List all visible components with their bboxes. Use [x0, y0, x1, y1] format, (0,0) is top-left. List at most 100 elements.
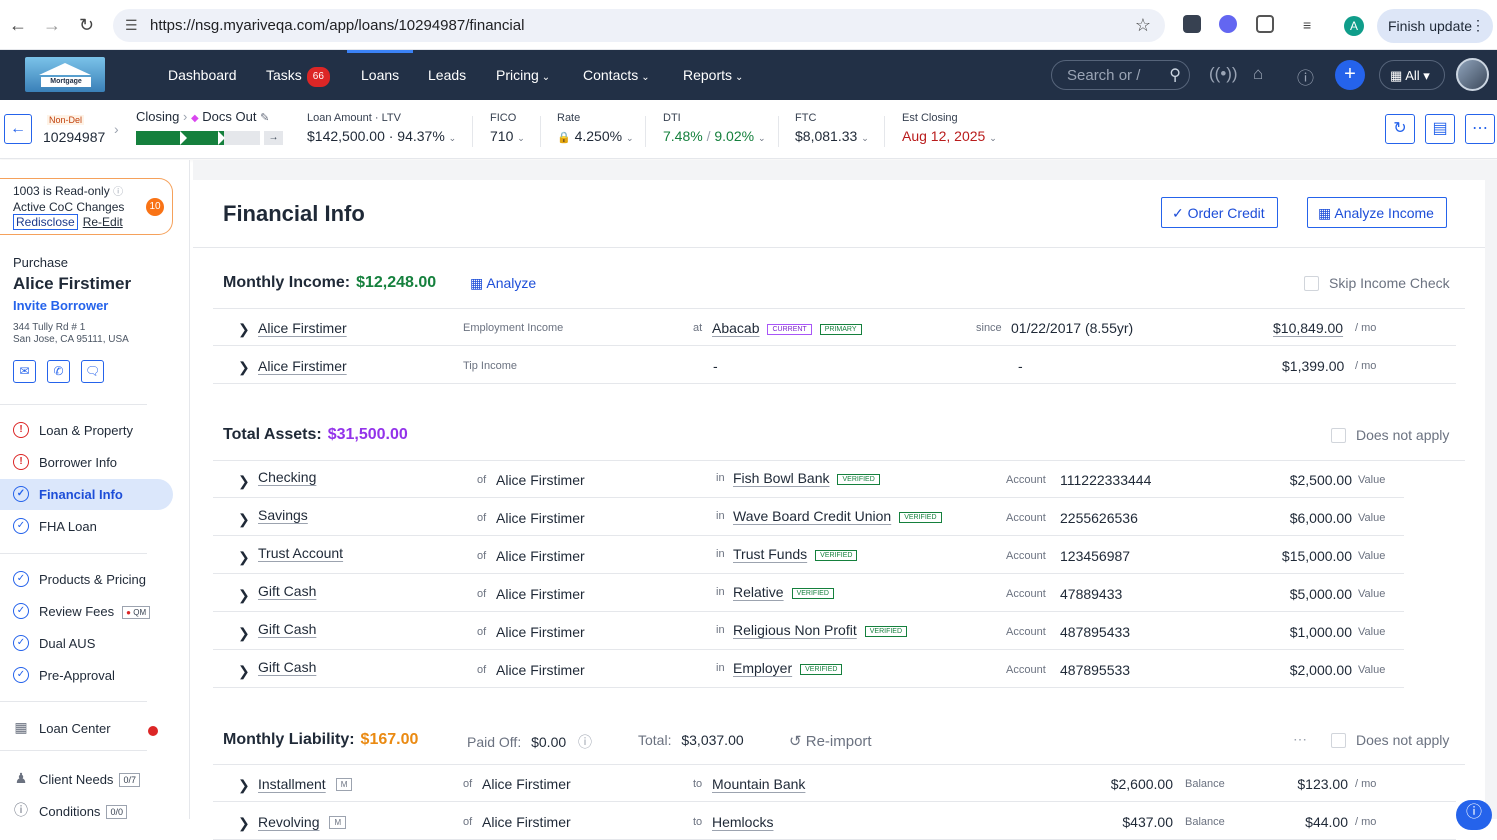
broadcast-icon[interactable]: ((•)): [1209, 64, 1238, 84]
dti-field[interactable]: DTI 7.48% / 9.02% ⌄: [663, 112, 766, 144]
address-bar[interactable]: ☰ https://nsg.myariveqa.com/app/loans/10…: [113, 9, 1165, 42]
asset-type-link[interactable]: Gift Cash: [258, 621, 316, 637]
income-row[interactable]: ❯ Alice Firstimer Employment Income at A…: [213, 308, 1456, 346]
chevron-right-icon[interactable]: ❯: [238, 473, 250, 490]
sidebar-item-pre-approval[interactable]: ✓ Pre-Approval: [0, 660, 173, 691]
sidebar-item-conditions[interactable]: ⓘ Conditions 0/0: [0, 796, 173, 827]
liability-type-link[interactable]: Revolving: [258, 814, 319, 830]
stage-breadcrumb[interactable]: Closing › ◆ Docs Out ✎: [136, 109, 269, 124]
asset-row[interactable]: ❯ Savings of Alice Firstimer in Wave Board Cr…: [213, 498, 1404, 536]
help-fab-button[interactable]: ⓘ: [1456, 800, 1492, 830]
extensions-puzzle-icon[interactable]: [1256, 15, 1274, 33]
media-queue-icon[interactable]: ≡: [1303, 14, 1311, 36]
finish-update-button[interactable]: Finish update ⋮: [1377, 9, 1493, 43]
income-row[interactable]: ❯ Alice Firstimer Tip Income - - $1,399.…: [213, 346, 1456, 384]
liability-type-link[interactable]: Installment: [258, 776, 326, 792]
nav-pricing[interactable]: Pricing ⌄: [496, 67, 550, 86]
email-button[interactable]: ✉: [13, 360, 36, 383]
est-closing-field[interactable]: Est Closing Aug 12, 2025 ⌄: [902, 112, 997, 144]
nav-tasks[interactable]: Tasks 66: [266, 67, 330, 87]
creditor-link[interactable]: Mountain Bank: [712, 776, 805, 792]
chevron-right-icon[interactable]: ❯: [238, 663, 250, 680]
reedit-button[interactable]: Re-Edit: [81, 215, 125, 229]
sidebar-item-products-pricing[interactable]: ✓ Products & Pricing: [0, 564, 173, 595]
profile-avatar[interactable]: A: [1344, 16, 1364, 36]
bookmark-star-icon[interactable]: ☆: [1135, 15, 1151, 36]
more-options-button[interactable]: ⋯: [1465, 114, 1495, 144]
advance-arrow-button[interactable]: →: [264, 131, 283, 145]
chat-button[interactable]: 🗨: [81, 360, 104, 383]
chevron-right-icon[interactable]: ❯: [238, 359, 250, 376]
loan-amount-field[interactable]: Loan Amount · LTV $142,500.00 · 94.37% ⌄: [307, 112, 456, 144]
chevron-right-icon[interactable]: ❯: [238, 587, 250, 604]
asset-row[interactable]: ❯ Gift Cash of Alice Firstimer in Relative VER…: [213, 574, 1404, 612]
info-icon[interactable]: ⓘ: [578, 734, 592, 750]
invite-borrower-link[interactable]: Invite Borrower: [13, 298, 108, 313]
employer-link[interactable]: Abacab: [712, 320, 759, 336]
income-amount-link[interactable]: $10,849.00: [1273, 320, 1343, 336]
chevron-right-icon[interactable]: ❯: [238, 511, 250, 528]
edit-pencil-icon[interactable]: ✎: [260, 112, 269, 124]
chevron-right-icon[interactable]: ❯: [238, 815, 250, 832]
liability-not-apply-checkbox[interactable]: Does not apply: [1331, 732, 1449, 748]
income-borrower-link[interactable]: Alice Firstimer: [258, 358, 347, 374]
skip-income-check-checkbox[interactable]: Skip Income Check: [1304, 275, 1450, 291]
company-logo[interactable]: Mortgage: [25, 57, 105, 92]
assets-not-apply-checkbox[interactable]: Does not apply: [1331, 427, 1449, 443]
comments-button[interactable]: ▤: [1425, 114, 1455, 144]
fico-field[interactable]: FICO 710 ⌄: [490, 112, 525, 144]
reload-icon[interactable]: ↻: [79, 14, 94, 36]
sidebar-item-loan-center[interactable]: ▦ Loan Center: [0, 713, 173, 744]
sidebar-item-borrower-info[interactable]: ! Borrower Info: [0, 447, 173, 478]
creditor-link[interactable]: Hemlocks: [712, 814, 773, 830]
chevron-right-icon[interactable]: ❯: [238, 549, 250, 566]
nav-leads[interactable]: Leads: [428, 67, 466, 83]
extension-icon[interactable]: [1183, 15, 1201, 33]
ftc-field[interactable]: FTC $8,081.33 ⌄: [795, 112, 869, 144]
checkbox-box[interactable]: [1331, 733, 1346, 748]
asset-type-link[interactable]: Trust Account: [258, 545, 343, 561]
institution-link[interactable]: Religious Non Profit: [733, 622, 857, 638]
scope-select[interactable]: ▦ All ▾: [1379, 60, 1445, 90]
help-icon[interactable]: ⓘ: [1297, 64, 1314, 89]
chevron-right-icon[interactable]: ❯: [238, 777, 250, 794]
nav-reports[interactable]: Reports ⌄: [683, 67, 743, 86]
liability-row[interactable]: ❯ Installment Mof Alice Firstimer to Mountain…: [213, 764, 1456, 802]
info-icon[interactable]: ⓘ: [113, 187, 123, 198]
forward-arrow-icon[interactable]: →: [43, 14, 61, 36]
institution-link[interactable]: Trust Funds: [733, 546, 807, 562]
analyze-link[interactable]: ▦ Analyze: [470, 275, 536, 292]
chevron-right-icon[interactable]: ❯: [238, 321, 250, 338]
refresh-button[interactable]: ↻: [1385, 114, 1415, 144]
more-vert-icon[interactable]: ⋮: [1471, 17, 1485, 34]
back-button[interactable]: ←: [4, 114, 32, 144]
reimport-button[interactable]: ↺ Re-import: [789, 732, 872, 750]
add-button[interactable]: +: [1335, 60, 1365, 90]
site-settings-icon[interactable]: ☰: [125, 17, 138, 34]
asset-type-link[interactable]: Checking: [258, 469, 316, 485]
nav-contacts[interactable]: Contacts ⌄: [583, 67, 650, 86]
chevron-right-icon[interactable]: ❯: [238, 625, 250, 642]
global-search-input[interactable]: Search or / ⚲: [1051, 60, 1190, 90]
asset-type-link[interactable]: Gift Cash: [258, 583, 316, 599]
institution-link[interactable]: Relative: [733, 584, 784, 600]
nav-dashboard[interactable]: Dashboard: [168, 67, 237, 83]
nav-loans[interactable]: Loans: [346, 50, 414, 83]
asset-row[interactable]: ❯ Gift Cash of Alice Firstimer in Religious N…: [213, 612, 1404, 650]
filter-settings-icon[interactable]: ⋯: [1293, 731, 1307, 748]
asset-type-link[interactable]: Savings: [258, 507, 308, 523]
asset-type-link[interactable]: Gift Cash: [258, 659, 316, 675]
redisclose-button[interactable]: Redisclose: [13, 214, 78, 230]
institution-link[interactable]: Fish Bowl Bank: [733, 470, 829, 486]
analyze-income-button[interactable]: ▦ Analyze Income: [1307, 197, 1447, 228]
back-arrow-icon[interactable]: ←: [9, 14, 27, 36]
sidebar-item-fha-loan[interactable]: ✓ FHA Loan: [0, 511, 173, 542]
asset-row[interactable]: ❯ Checking of Alice Firstimer in Fish Bowl Ba…: [213, 460, 1404, 498]
sidebar-item-loan-property[interactable]: ! Loan & Property: [0, 415, 173, 446]
checkbox-box[interactable]: [1304, 276, 1319, 291]
sidebar-item-review-fees[interactable]: ✓ Review Fees ● QM: [0, 596, 173, 627]
sidebar-item-financial-info[interactable]: ✓ Financial Info: [0, 479, 173, 510]
sidebar-item-dual-aus[interactable]: ✓ Dual AUS: [0, 628, 173, 659]
institution-link[interactable]: Wave Board Credit Union: [733, 508, 891, 524]
sidebar-item-client-needs[interactable]: ♟ Client Needs 0/7: [0, 764, 173, 795]
